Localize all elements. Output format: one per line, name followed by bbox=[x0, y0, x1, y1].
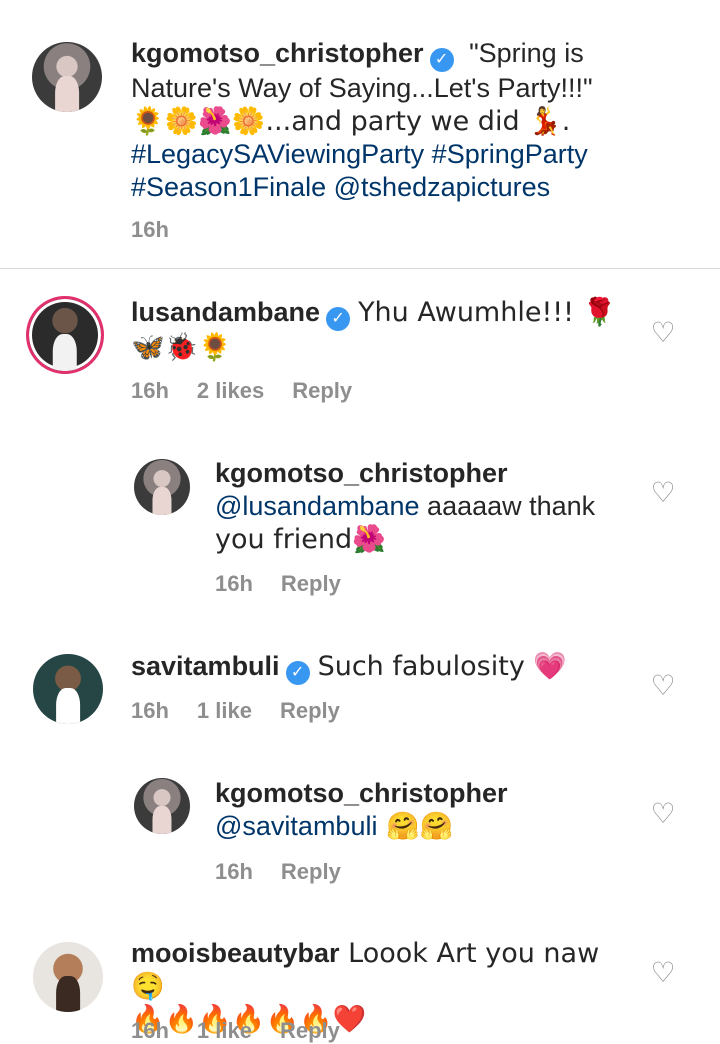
comment-body-line2: you friend🌺 bbox=[215, 524, 386, 555]
comment-meta: 16h Reply bbox=[215, 859, 369, 885]
caption-time: 16h bbox=[131, 217, 169, 242]
caption-emoji-line: 🌻🌼🌺🌼...and party we did 💃. bbox=[131, 106, 571, 137]
verified-icon: ✓ bbox=[429, 48, 454, 72]
comment-time: 16h bbox=[131, 1018, 169, 1043]
comment-likes[interactable]: 2 likes bbox=[197, 378, 264, 403]
avatar[interactable] bbox=[134, 778, 190, 834]
comment-username[interactable]: savitambuli bbox=[131, 651, 280, 681]
reply-button[interactable]: Reply bbox=[281, 859, 341, 884]
comment-body: Such fabulosity 💗 bbox=[317, 651, 568, 682]
comment-mention[interactable]: @lusandambane bbox=[215, 491, 420, 521]
like-heart-icon[interactable]: ♡ bbox=[650, 479, 676, 507]
caption-hashtags-line2[interactable]: #Season1Finale @tshedzapictures bbox=[131, 172, 550, 202]
comment-time: 16h bbox=[131, 378, 169, 403]
like-heart-icon[interactable]: ♡ bbox=[650, 319, 676, 347]
comment-time: 16h bbox=[215, 571, 253, 596]
comment-text: kgomotso_christopher @savitambuli 🤗🤗 bbox=[215, 777, 635, 843]
comment-body: Yhu Awumhle!!! 🌹 bbox=[358, 297, 617, 328]
comment-text: kgomotso_christopher @lusandambane aaaaa… bbox=[215, 457, 635, 556]
comment-text: savitambuli ✓ Such fabulosity 💗 bbox=[131, 650, 631, 685]
avatar[interactable] bbox=[32, 42, 102, 112]
avatar[interactable] bbox=[26, 296, 104, 374]
comment-username[interactable]: mooisbeautybar bbox=[131, 938, 340, 968]
reply-button[interactable]: Reply bbox=[281, 571, 341, 596]
caption-text-line2: Nature's Way of Saying...Let's Party!!!" bbox=[131, 73, 593, 103]
comment-time: 16h bbox=[215, 859, 253, 884]
like-heart-icon[interactable]: ♡ bbox=[650, 800, 676, 828]
avatar[interactable] bbox=[33, 942, 103, 1012]
avatar[interactable] bbox=[33, 654, 103, 724]
comment-meta: 16h 1 like Reply bbox=[131, 698, 368, 724]
comment-username[interactable]: lusandambane bbox=[131, 297, 320, 327]
caption-hashtags-line1[interactable]: #LegacySAViewingParty #SpringParty bbox=[131, 139, 588, 169]
comment-username[interactable]: kgomotso_christopher bbox=[215, 778, 508, 808]
comment-likes[interactable]: 1 like bbox=[197, 1018, 252, 1043]
comment-meta: 16h 2 likes Reply bbox=[131, 378, 380, 404]
reply-button[interactable]: Reply bbox=[280, 698, 340, 723]
comment-text: lusandambane ✓ Yhu Awumhle!!! 🌹 🦋🐞🌻 bbox=[131, 296, 631, 364]
comment-body: aaaaaw thank bbox=[419, 491, 596, 521]
caption-text: kgomotso_christopher ✓ "Spring is Nature'… bbox=[131, 37, 701, 204]
comment-time: 16h bbox=[131, 698, 169, 723]
comment-mention[interactable]: @savitambuli bbox=[215, 811, 377, 841]
caption-meta: 16h bbox=[131, 217, 197, 243]
verified-icon: ✓ bbox=[285, 661, 310, 685]
verified-icon: ✓ bbox=[326, 307, 351, 331]
comment-body-line2: 🦋🐞🌻 bbox=[131, 332, 232, 363]
comment-meta: 16h Reply bbox=[215, 571, 369, 597]
avatar[interactable] bbox=[134, 459, 190, 515]
comment-likes[interactable]: 1 like bbox=[197, 698, 252, 723]
caption-text-line1: "Spring is bbox=[469, 38, 584, 68]
comment-username[interactable]: kgomotso_christopher bbox=[215, 458, 508, 488]
like-heart-icon[interactable]: ♡ bbox=[650, 672, 676, 700]
caption-username[interactable]: kgomotso_christopher bbox=[131, 38, 424, 68]
like-heart-icon[interactable]: ♡ bbox=[650, 959, 676, 987]
post-caption: kgomotso_christopher ✓ "Spring is Nature'… bbox=[0, 0, 720, 269]
reply-button[interactable]: Reply bbox=[292, 378, 352, 403]
comment-meta: 16h 1 like Reply bbox=[131, 1018, 368, 1044]
reply-button[interactable]: Reply bbox=[280, 1018, 340, 1043]
comment-body: 🤗🤗 bbox=[377, 811, 454, 842]
